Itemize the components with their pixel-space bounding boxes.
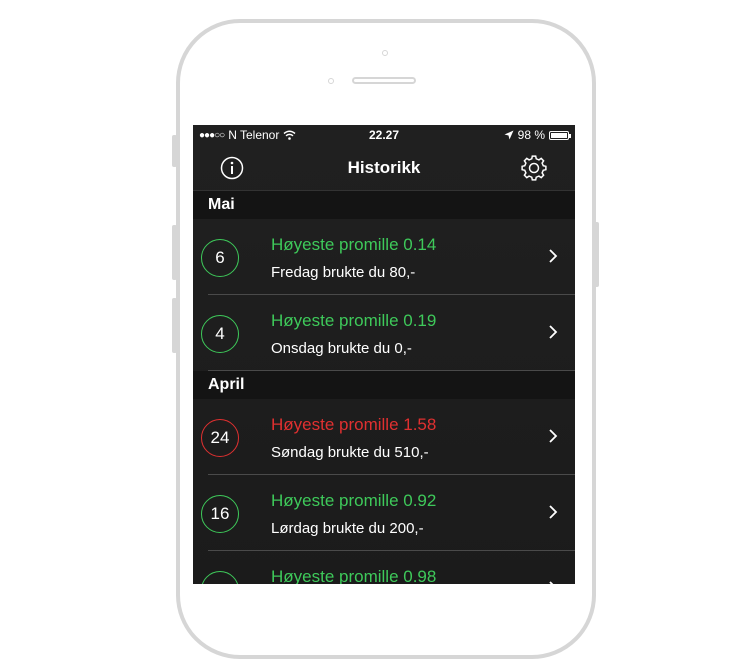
battery-icon xyxy=(549,130,571,140)
section-header: Mai xyxy=(193,191,575,219)
row-subtitle: Fredag brukte du 80,- xyxy=(271,264,416,281)
gear-icon[interactable] xyxy=(520,154,548,182)
volume-down-button xyxy=(172,298,177,353)
row-title: Høyeste promille 0.14 xyxy=(271,235,437,254)
status-bar: ●●●○○ N Telenor 22.27 98 % xyxy=(193,125,575,145)
row-subtitle: Lørdag brukte du 200,- xyxy=(271,520,424,537)
row-subtitle: Søndag brukte du 510,- xyxy=(271,444,429,461)
chevron-right-icon xyxy=(549,505,558,519)
location-arrow-icon xyxy=(504,130,514,140)
battery-percent: 98 % xyxy=(517,128,545,142)
day-badge: 24 xyxy=(201,419,239,457)
history-row[interactable]: 16 Høyeste promille 0.92 Lørdag brukte du … xyxy=(193,475,575,551)
history-row[interactable]: Høyeste promille 0.98 xyxy=(193,551,575,584)
volume-up-button xyxy=(172,225,177,280)
row-title: Høyeste promille 0.92 xyxy=(271,491,437,510)
day-badge xyxy=(201,571,239,584)
row-title: Høyeste promille 1.58 xyxy=(271,415,437,434)
row-title: Høyeste promille 0.19 xyxy=(271,311,437,330)
row-title: Høyeste promille 0.98 xyxy=(271,567,437,584)
section-header: April xyxy=(193,371,575,399)
navigation-bar: Historikk xyxy=(193,145,575,191)
day-badge: 4 xyxy=(201,315,239,353)
app-screen: ●●●○○ N Telenor 22.27 98 % Historikk Mai… xyxy=(193,125,575,584)
history-row[interactable]: 4 Høyeste promille 0.19 Onsdag brukte du 0… xyxy=(193,295,575,371)
chevron-right-icon xyxy=(549,581,554,584)
history-row[interactable]: 6 Høyeste promille 0.14 Fredag brukte du 8… xyxy=(193,219,575,295)
day-badge: 16 xyxy=(201,495,239,533)
power-button xyxy=(594,222,599,287)
section-header-label: April xyxy=(208,376,245,393)
page-title: Historikk xyxy=(347,158,421,177)
proximity-sensor xyxy=(328,78,334,84)
mute-switch xyxy=(172,135,177,167)
chevron-right-icon xyxy=(549,429,558,443)
day-badge: 6 xyxy=(201,239,239,277)
chevron-right-icon xyxy=(549,325,558,339)
section-header-label: Mai xyxy=(208,196,235,213)
history-row[interactable]: 24 Høyeste promille 1.58 Søndag brukte du … xyxy=(193,399,575,475)
row-subtitle: Onsdag brukte du 0,- xyxy=(271,340,412,357)
chevron-right-icon xyxy=(549,249,558,263)
front-camera xyxy=(382,50,388,56)
earpiece-speaker xyxy=(352,77,416,84)
